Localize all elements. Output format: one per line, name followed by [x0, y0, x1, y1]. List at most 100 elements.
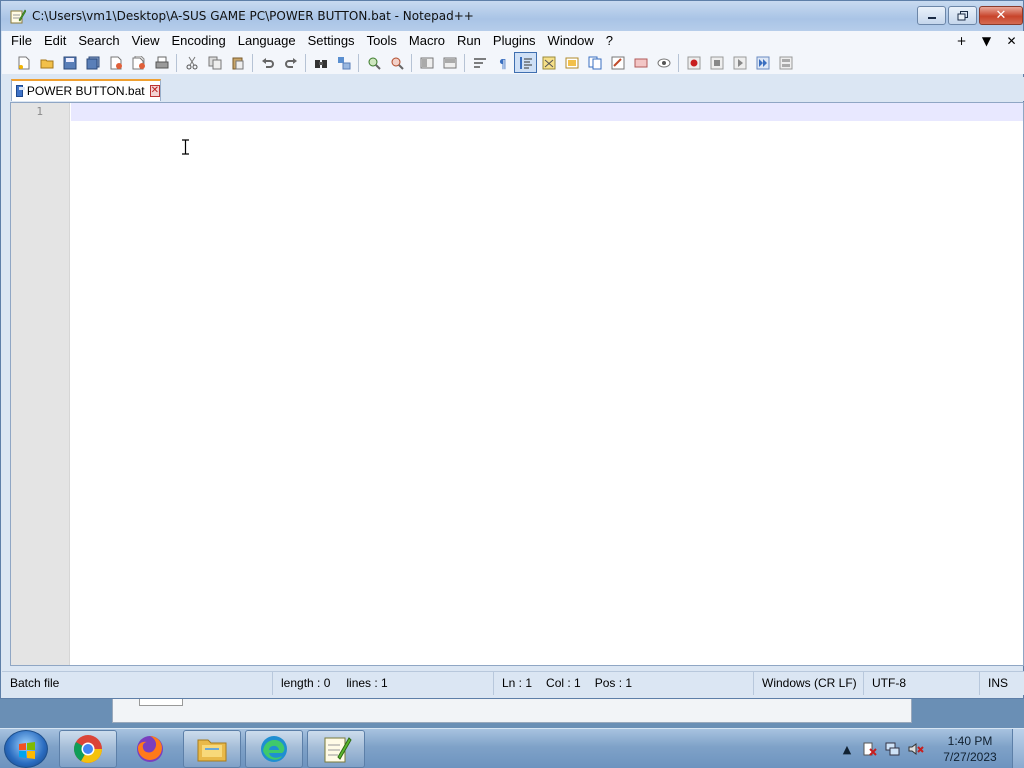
- action-center-icon[interactable]: [861, 740, 879, 758]
- stop-recording-button[interactable]: [705, 52, 728, 73]
- windows-logo-icon: [19, 742, 35, 759]
- menu-tools[interactable]: Tools: [361, 31, 403, 51]
- text-area[interactable]: [71, 103, 1023, 665]
- paste-button[interactable]: [226, 52, 249, 73]
- background-window-icon: [139, 699, 183, 706]
- sync-vertical-button[interactable]: [415, 52, 438, 73]
- menu-view[interactable]: View: [126, 31, 166, 51]
- status-position: Ln : 1 Col : 1 Pos : 1: [493, 672, 753, 695]
- text-cursor-icon: [182, 139, 189, 155]
- menu-plugins[interactable]: Plugins: [487, 31, 542, 51]
- close-document-icon[interactable]: ✕: [999, 34, 1024, 48]
- open-file-icon: [40, 59, 53, 68]
- tab-close-icon[interactable]: ✕: [149, 85, 160, 97]
- paste-icon: [232, 57, 243, 69]
- start-button[interactable]: [4, 730, 48, 768]
- menu-encoding[interactable]: Encoding: [166, 31, 232, 51]
- taskbar-edge[interactable]: [245, 730, 303, 768]
- show-all-characters-button[interactable]: ¶: [491, 52, 514, 73]
- firefox-icon: [137, 736, 163, 762]
- network-icon[interactable]: [884, 740, 902, 758]
- monitoring-button[interactable]: [629, 52, 652, 73]
- status-insert-mode[interactable]: INS: [979, 672, 1024, 695]
- user-language-button[interactable]: [537, 52, 560, 73]
- minimize-button[interactable]: [917, 6, 946, 25]
- window-title: C:\Users\vm1\Desktop\A-SUS GAME PC\POWER…: [32, 9, 474, 23]
- taskbar-notepad-plus-plus[interactable]: [307, 730, 365, 768]
- close-button[interactable]: [104, 52, 127, 73]
- clock-time: 1:40 PM: [947, 734, 993, 748]
- system-tray: ▲ 1:40 PM 7/27/2023: [838, 729, 1024, 768]
- menu-help[interactable]: ?: [600, 31, 619, 51]
- menu-macro[interactable]: Macro: [403, 31, 451, 51]
- menu-window[interactable]: Window: [542, 31, 600, 51]
- editor-area[interactable]: 1: [10, 102, 1024, 666]
- show-desktop-button[interactable]: [1012, 729, 1024, 768]
- function-list-button[interactable]: [583, 52, 606, 73]
- replace-button[interactable]: [332, 52, 355, 73]
- edge-icon: [261, 736, 287, 762]
- minimize-icon: [927, 16, 936, 19]
- tab-power-button-bat[interactable]: POWER BUTTON.bat ✕: [11, 79, 161, 101]
- close-all-icon: [132, 55, 145, 69]
- taskbar-chrome[interactable]: [59, 730, 117, 768]
- zoom-in-button[interactable]: [362, 52, 385, 73]
- replace-icon: [337, 56, 350, 69]
- zoom-out-button[interactable]: [385, 52, 408, 73]
- folder-as-workspace-button[interactable]: [606, 52, 629, 73]
- record-macro-button[interactable]: [682, 52, 705, 73]
- notepad-plus-plus-app-icon: [10, 8, 27, 24]
- restore-icon: [957, 10, 968, 20]
- close-window-button[interactable]: ✕: [979, 6, 1023, 25]
- volume-muted-icon[interactable]: [907, 740, 925, 758]
- copy-button[interactable]: [203, 52, 226, 73]
- playback-macro-button[interactable]: [728, 52, 751, 73]
- menu-bar: File Edit Search View Encoding Language …: [2, 31, 1024, 51]
- save-button[interactable]: [58, 52, 81, 73]
- show-hidden-icons-icon[interactable]: ▲: [838, 740, 856, 758]
- open-file-button[interactable]: [35, 52, 58, 73]
- status-lines: lines : 1: [346, 676, 388, 690]
- save-all-button[interactable]: [81, 52, 104, 73]
- redo-button[interactable]: [279, 52, 302, 73]
- view-button[interactable]: [652, 52, 675, 73]
- title-bar[interactable]: C:\Users\vm1\Desktop\A-SUS GAME PC\POWER…: [1, 1, 1023, 31]
- status-encoding[interactable]: UTF-8: [863, 672, 979, 695]
- taskbar-firefox[interactable]: [121, 730, 179, 768]
- menu-search[interactable]: Search: [72, 31, 125, 51]
- find-button[interactable]: [309, 52, 332, 73]
- close-icon: ✕: [995, 8, 1007, 23]
- menu-language[interactable]: Language: [232, 31, 302, 51]
- status-length: length : 0: [281, 676, 331, 690]
- tab-list-dropdown-icon[interactable]: ▼: [974, 34, 999, 48]
- menu-edit[interactable]: Edit: [38, 31, 72, 51]
- menu-settings[interactable]: Settings: [302, 31, 361, 51]
- word-wrap-button[interactable]: [468, 52, 491, 73]
- status-ln: Ln : 1: [502, 676, 533, 690]
- menu-run[interactable]: Run: [451, 31, 487, 51]
- run-macro-multiple-button[interactable]: [751, 52, 774, 73]
- maximize-button[interactable]: [948, 6, 977, 25]
- close-all-button[interactable]: [127, 52, 150, 73]
- toolbar-separator: [252, 53, 253, 72]
- clock-date: 7/27/2023: [943, 750, 997, 764]
- status-col: Col : 1: [546, 676, 581, 690]
- indent-guide-button[interactable]: [514, 52, 537, 73]
- sync-horizontal-button[interactable]: [438, 52, 461, 73]
- save-macro-button[interactable]: [774, 52, 797, 73]
- undo-button[interactable]: [256, 52, 279, 73]
- print-button[interactable]: [150, 52, 173, 73]
- new-file-button[interactable]: [12, 52, 35, 73]
- document-map-button[interactable]: [560, 52, 583, 73]
- tab-bar: POWER BUTTON.bat ✕: [2, 77, 1024, 101]
- clock[interactable]: 1:40 PM 7/27/2023: [930, 733, 1010, 765]
- svg-text:¶: ¶: [499, 57, 507, 70]
- new-tab-icon[interactable]: +: [949, 34, 974, 48]
- status-length-lines: length : 0 lines : 1: [272, 672, 493, 695]
- status-pos: Pos : 1: [594, 676, 633, 690]
- taskbar-file-explorer[interactable]: [183, 730, 241, 768]
- cut-button[interactable]: [180, 52, 203, 73]
- monitoring-icon: [634, 58, 647, 67]
- menu-file[interactable]: File: [2, 31, 38, 51]
- status-eol-format[interactable]: Windows (CR LF): [753, 672, 863, 695]
